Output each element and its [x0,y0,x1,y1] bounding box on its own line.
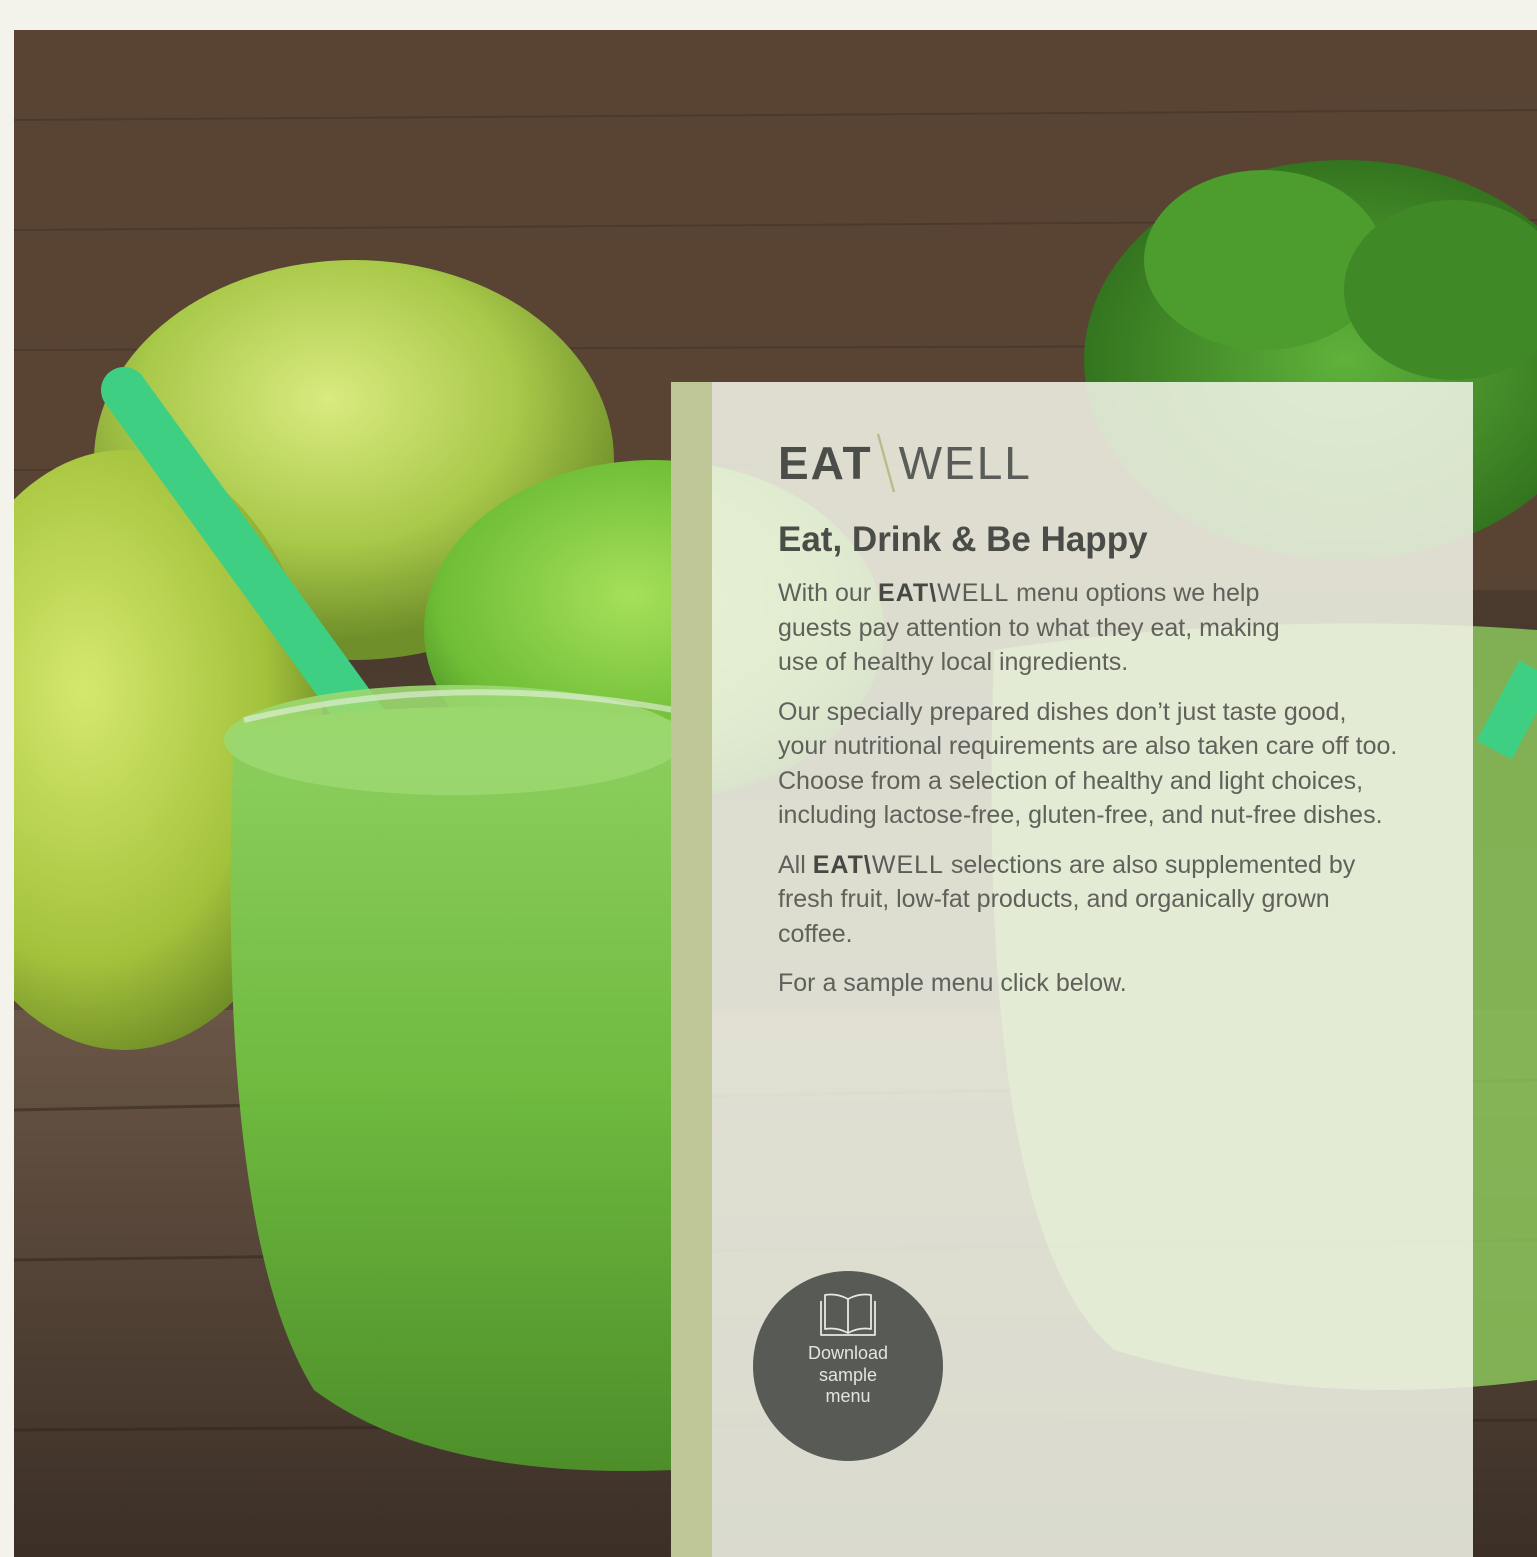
download-sample-menu-button[interactable]: Download sample menu [753,1271,943,1461]
brand-well: WELL [871,850,944,879]
brand-well: WELL [937,579,1010,607]
download-label-line: sample [818,1364,878,1385]
paragraph-selections: All EAT\WELL selections are also supplem… [778,848,1398,952]
download-label-line: menu [825,1386,871,1406]
paragraph-cta: For a sample menu click below. [778,969,1127,997]
download-label-line: Download [807,1343,889,1363]
paragraph-intro: With our EAT\WELL menu options we help g… [778,576,1318,680]
panel-accent-bar [671,382,712,1557]
inline-brand: EAT\WELL [812,850,944,879]
logo-slash-icon [876,433,895,493]
open-book-icon [820,1293,876,1336]
eatwell-logo: EAT WELL [778,432,1032,494]
logo-eat: EAT [778,437,873,489]
brand-eat: EAT [878,579,930,607]
paragraph-nutrition: Our specially prepared dishes don’t just… [778,697,1398,830]
inline-brand: EAT\WELL [878,579,1010,607]
body-copy: With our EAT\WELL menu options we help g… [778,576,1398,1016]
download-label: Download sample menu [753,1343,943,1408]
text: All [778,850,813,879]
brand-eat: EAT [812,850,864,879]
page-title: Eat, Drink & Be Happy [778,520,1148,559]
logo-well: WELL [898,437,1032,489]
text: With our [778,579,879,607]
